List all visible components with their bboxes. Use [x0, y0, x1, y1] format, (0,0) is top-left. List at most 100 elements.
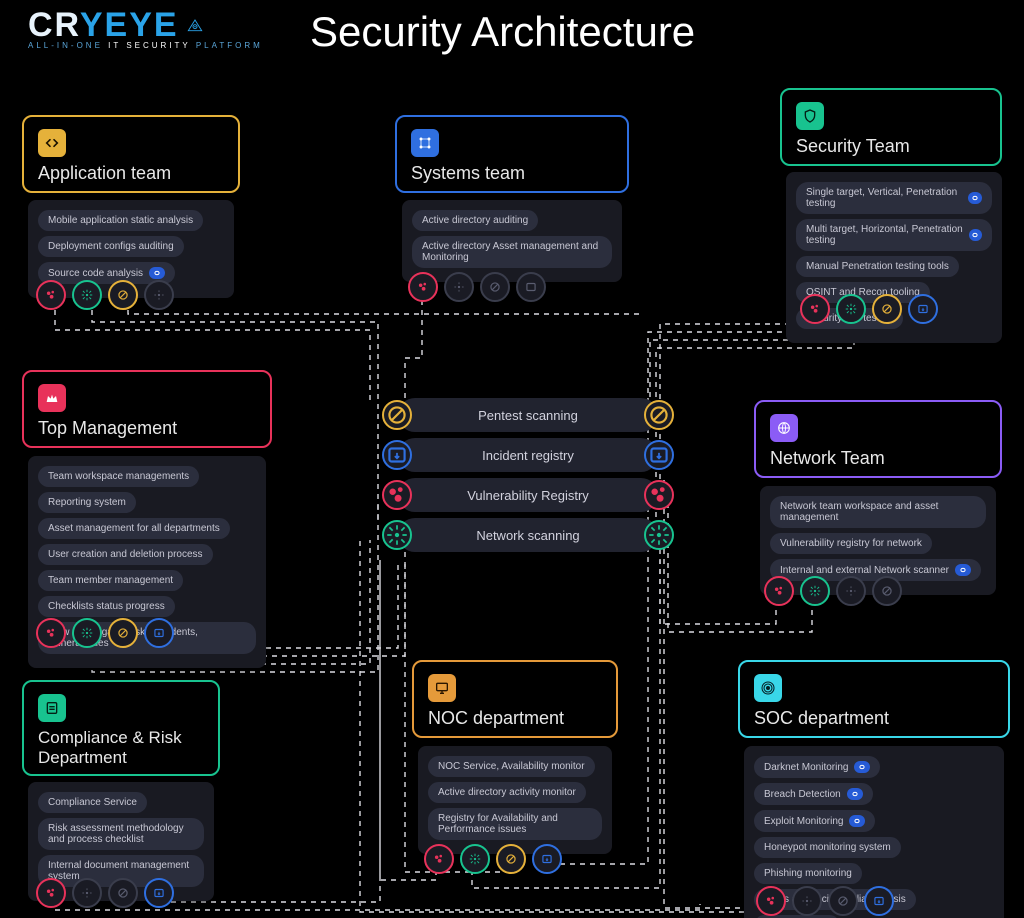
tag-item[interactable]: Phishing monitoring: [754, 863, 862, 884]
bubble-dim-icon[interactable]: [444, 272, 474, 302]
bubble-dim-icon[interactable]: [836, 576, 866, 606]
bubble-red-icon[interactable]: [36, 878, 66, 908]
logo-text-plain: CR: [28, 6, 80, 44]
center-pill[interactable]: Network scanning: [398, 518, 658, 552]
bubble-green-icon[interactable]: [72, 280, 102, 310]
bubble-yellow-icon[interactable]: [496, 844, 526, 874]
bubble-red-icon[interactable]: [36, 618, 66, 648]
bubble-row-top-management: [36, 618, 174, 648]
tag-item[interactable]: Team member management: [38, 570, 183, 591]
center-pill-label: Pentest scanning: [478, 408, 578, 423]
tag-item[interactable]: Network team workspace and asset managem…: [770, 496, 986, 528]
tag-item[interactable]: Exploit Monitoring: [754, 810, 875, 832]
tag-item[interactable]: NOC Service, Availability monitor: [428, 756, 595, 777]
checklist-icon: [38, 694, 66, 722]
green-icon: [644, 520, 674, 550]
bubble-red-icon[interactable]: [408, 272, 438, 302]
center-pill[interactable]: Pentest scanning: [398, 398, 658, 432]
center-pill-label: Vulnerability Registry: [467, 488, 589, 503]
bubble-dim-icon[interactable]: [480, 272, 510, 302]
brand-logo: CRYEYE ALL-IN-ONE IT SECURITY PLATFORM: [28, 6, 263, 50]
tag-item[interactable]: Vulnerability registry for network: [770, 533, 932, 554]
bubble-yellow-icon[interactable]: [108, 618, 138, 648]
bubble-red-icon[interactable]: [424, 844, 454, 874]
bubble-yellow-icon[interactable]: [108, 280, 138, 310]
tag-item[interactable]: Active directory activity monitor: [428, 782, 586, 803]
logo-text-accent: YEYE: [80, 6, 179, 44]
code-icon: [38, 129, 66, 157]
card-title: SOC department: [754, 708, 994, 729]
tag-item[interactable]: Breach Detection: [754, 783, 873, 805]
bubble-dim-icon[interactable]: [872, 576, 902, 606]
bubble-dim-icon[interactable]: [792, 886, 822, 916]
link-icon: [847, 788, 863, 800]
bubble-dim-icon[interactable]: [516, 272, 546, 302]
center-pill[interactable]: Incident registry: [398, 438, 658, 472]
bubble-dim-icon[interactable]: [828, 886, 858, 916]
card-title: NOC department: [428, 708, 602, 729]
bubble-green-icon[interactable]: [800, 576, 830, 606]
card-body-systems-team: Active directory auditing Active director…: [402, 200, 622, 282]
tag-item[interactable]: Reporting system: [38, 492, 136, 513]
shield-icon: [796, 102, 824, 130]
card-title: Compliance & Risk Department: [38, 728, 204, 767]
bubble-dim-icon[interactable]: [72, 878, 102, 908]
logo-subtitle: ALL-IN-ONE IT SECURITY PLATFORM: [28, 41, 263, 50]
card-application-team: Application team: [22, 115, 240, 193]
bubble-green-icon[interactable]: [72, 618, 102, 648]
link-icon: [968, 192, 982, 204]
tag-item[interactable]: Active directory Asset management and Mo…: [412, 236, 612, 268]
tag-item[interactable]: Registry for Availability and Performanc…: [428, 808, 602, 840]
bubble-dim-icon[interactable]: [108, 878, 138, 908]
bubble-blue-icon[interactable]: [144, 618, 174, 648]
bubble-yellow-icon[interactable]: [872, 294, 902, 324]
card-title: Top Management: [38, 418, 256, 439]
link-icon: [149, 267, 165, 279]
tag-item[interactable]: Mobile application static analysis: [38, 210, 203, 231]
bubble-blue-icon[interactable]: [908, 294, 938, 324]
tag-item[interactable]: Checklists status progress: [38, 596, 175, 617]
bubble-dim-icon[interactable]: [144, 280, 174, 310]
monitor-icon: [428, 674, 456, 702]
blue-icon: [644, 440, 674, 470]
tag-item[interactable]: Manual Penetration testing tools: [796, 256, 959, 277]
bubble-red-icon[interactable]: [800, 294, 830, 324]
bubble-blue-icon[interactable]: [864, 886, 894, 916]
tag-item[interactable]: Team workspace managements: [38, 466, 199, 487]
card-systems-team: Systems team: [395, 115, 629, 193]
tag-item[interactable]: Single target, Vertical, Penetration tes…: [796, 182, 992, 214]
tag-item[interactable]: Asset management for all departments: [38, 518, 230, 539]
bubble-row-noc: [424, 844, 562, 874]
blue-icon: [382, 440, 412, 470]
card-soc: SOC department: [738, 660, 1010, 738]
bubble-blue-icon[interactable]: [144, 878, 174, 908]
bubble-green-icon[interactable]: [460, 844, 490, 874]
tag-item[interactable]: User creation and deletion process: [38, 544, 213, 565]
tag-item[interactable]: Active directory auditing: [412, 210, 538, 231]
bubble-green-icon[interactable]: [836, 294, 866, 324]
bubble-red-icon[interactable]: [756, 886, 786, 916]
card-noc: NOC department: [412, 660, 618, 738]
crown-icon: [38, 384, 66, 412]
tag-item[interactable]: Darknet Monitoring: [754, 756, 880, 778]
bubble-row-soc: [756, 886, 894, 916]
tag-item[interactable]: Honeypot monitoring system: [754, 837, 901, 858]
green-icon: [382, 520, 412, 550]
link-icon: [849, 815, 865, 827]
link-icon: [955, 564, 971, 576]
yellow-icon: [644, 400, 674, 430]
center-pill-label: Network scanning: [476, 528, 579, 543]
eye-pyramid-icon: [187, 18, 203, 34]
card-compliance: Compliance & Risk Department: [22, 680, 220, 776]
card-title: Network Team: [770, 448, 986, 469]
center-pill[interactable]: Vulnerability Registry: [398, 478, 658, 512]
bubble-red-icon[interactable]: [764, 576, 794, 606]
tag-item[interactable]: Deployment configs auditing: [38, 236, 184, 257]
link-icon: [969, 229, 982, 241]
tag-item[interactable]: Multi target, Horizontal, Penetration te…: [796, 219, 992, 251]
bubble-blue-icon[interactable]: [532, 844, 562, 874]
tag-item[interactable]: Compliance Service: [38, 792, 147, 813]
red-icon: [382, 480, 412, 510]
tag-item[interactable]: Risk assessment methodology and process …: [38, 818, 204, 850]
bubble-red-icon[interactable]: [36, 280, 66, 310]
